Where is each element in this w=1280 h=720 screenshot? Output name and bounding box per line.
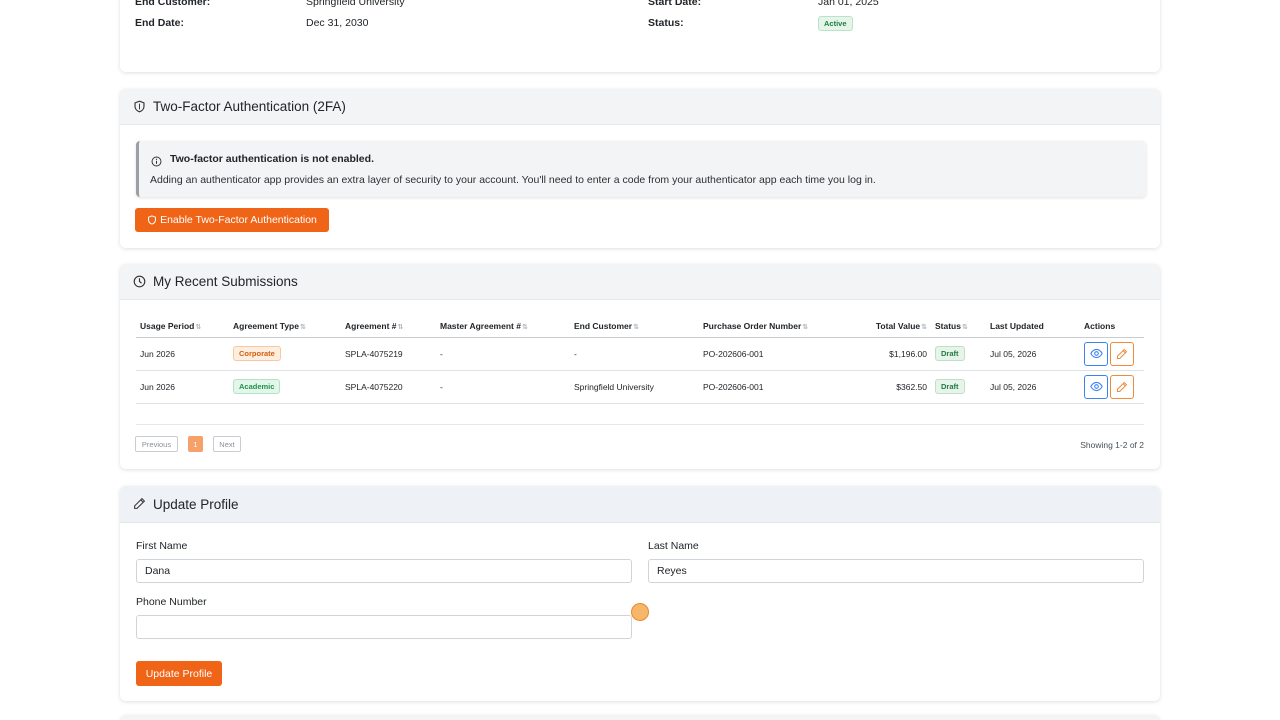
col-total-value[interactable]: Total Value⇅	[829, 316, 931, 338]
two-factor-title: Two-Factor Authentication (2FA)	[153, 99, 346, 114]
status-badge: Draft	[935, 379, 965, 394]
submissions-header: My Recent Submissions	[120, 264, 1160, 300]
cell-usage-period: Jun 2026	[136, 370, 229, 404]
two-factor-card: Two-Factor Authentication (2FA) Two-fact…	[120, 89, 1160, 248]
pencil-icon	[133, 497, 147, 511]
sort-icon: ⇅	[961, 324, 968, 332]
cell-total-value: $362.50	[829, 370, 931, 404]
cell-agreement-type: Academic	[229, 370, 341, 404]
cell-last-updated: Jul 05, 2026	[986, 337, 1080, 371]
start-date-value: Jan 01, 2025	[818, 0, 879, 8]
view-button[interactable]	[1084, 374, 1108, 399]
cursor-indicator	[631, 603, 649, 621]
cell-master-agreement: -	[436, 370, 570, 404]
showing-count: Showing 1-2 of 2	[1080, 440, 1144, 450]
end-date-label: End Date:	[135, 17, 185, 29]
status-badge: Active	[818, 16, 853, 31]
clock-icon	[133, 275, 147, 289]
cell-last-updated: Jul 05, 2026	[986, 370, 1080, 404]
contract-details-card: End Customer: Springfield University Sta…	[120, 0, 1160, 72]
sort-icon: ⇅	[397, 324, 404, 332]
sort-icon: ⇅	[521, 324, 528, 332]
col-actions: Actions	[1080, 316, 1144, 338]
table-header-row: Usage Period⇅ Agreement Type⇅ Agreement …	[136, 316, 1144, 338]
sort-icon: ⇅	[921, 324, 927, 332]
alert-text: Adding an authenticator app provides an …	[150, 174, 876, 186]
next-card-edge	[120, 716, 1160, 720]
agreement-type-badge: Academic	[233, 379, 281, 394]
cell-status: Draft	[931, 337, 986, 371]
cell-status: Draft	[931, 370, 986, 404]
cell-agreement-no: SPLA-4075220	[341, 370, 436, 404]
end-date-value: Dec 31, 2030	[306, 17, 369, 29]
col-usage-period[interactable]: Usage Period⇅	[136, 316, 229, 338]
cell-end-customer: Springfield University	[570, 370, 699, 404]
pencil-icon	[1117, 381, 1128, 392]
pencil-icon	[1117, 348, 1128, 359]
cell-end-customer: -	[570, 337, 699, 371]
first-name-input[interactable]	[136, 559, 632, 583]
first-name-label: First Name	[136, 540, 188, 552]
profile-header: Update Profile	[120, 486, 1160, 523]
alert-title: Two-factor authentication is not enabled…	[170, 153, 374, 165]
col-agreement-no[interactable]: Agreement #⇅	[341, 316, 436, 338]
last-name-input[interactable]	[648, 559, 1144, 583]
enable-2fa-label: Enable Two-Factor Authentication	[160, 214, 317, 226]
cell-agreement-type: Corporate	[229, 337, 341, 371]
cell-total-value: $1,196.00	[829, 337, 931, 371]
end-customer-label: End Customer:	[135, 0, 211, 8]
col-agreement-type[interactable]: Agreement Type⇅	[229, 316, 341, 338]
shield-icon	[147, 215, 157, 225]
cell-agreement-no: SPLA-4075219	[341, 337, 436, 371]
status-label: Status:	[648, 17, 684, 29]
status-badge-wrap: Active	[818, 16, 853, 31]
eye-icon	[1089, 381, 1103, 392]
start-date-label: Start Date:	[648, 0, 702, 8]
col-end-customer[interactable]: End Customer⇅	[570, 316, 699, 338]
col-po-number[interactable]: Purchase Order Number⇅	[699, 316, 829, 338]
profile-title: Update Profile	[153, 496, 239, 512]
sort-icon: ⇅	[299, 324, 306, 332]
sort-icon: ⇅	[195, 324, 202, 332]
cell-po-number: PO-202606-001	[699, 337, 829, 371]
next-page-button[interactable]: Next	[213, 436, 241, 452]
cell-usage-period: Jun 2026	[136, 337, 229, 371]
phone-input[interactable]	[136, 615, 632, 639]
col-master-agreement[interactable]: Master Agreement #⇅	[436, 316, 570, 338]
table-row: Jun 2026 Corporate SPLA-4075219 - - PO-2…	[136, 337, 1144, 371]
sort-icon: ⇅	[633, 324, 639, 332]
info-icon	[151, 154, 162, 167]
update-profile-button[interactable]: Update Profile	[136, 661, 222, 686]
two-factor-alert: Two-factor authentication is not enabled…	[136, 141, 1146, 197]
previous-page-button[interactable]: Previous	[135, 436, 178, 452]
table-row: Jun 2026 Academic SPLA-4075220 - Springf…	[136, 370, 1144, 404]
edit-button[interactable]	[1110, 374, 1134, 399]
two-factor-header: Two-Factor Authentication (2FA)	[120, 89, 1160, 125]
enable-2fa-button[interactable]: Enable Two-Factor Authentication	[135, 208, 329, 232]
last-name-label: Last Name	[648, 540, 699, 552]
phone-label: Phone Number	[136, 596, 207, 608]
agreement-type-badge: Corporate	[233, 346, 281, 361]
recent-submissions-card: My Recent Submissions Usage Period⇅ Agre…	[120, 264, 1160, 469]
sort-icon: ⇅	[802, 324, 809, 332]
update-profile-card: Update Profile First Name Last Name Phon…	[120, 486, 1160, 701]
edit-button[interactable]	[1110, 341, 1134, 366]
shield-icon	[133, 100, 147, 114]
cell-actions	[1080, 337, 1144, 371]
cell-master-agreement: -	[436, 337, 570, 371]
status-badge: Draft	[935, 346, 965, 361]
submissions-table: Usage Period⇅ Agreement Type⇅ Agreement …	[136, 316, 1144, 404]
pagination-divider	[136, 424, 1144, 425]
col-status[interactable]: Status⇅	[931, 316, 986, 338]
eye-icon	[1089, 348, 1103, 359]
cell-actions	[1080, 370, 1144, 404]
cell-po-number: PO-202606-001	[699, 370, 829, 404]
end-customer-value: Springfield University	[306, 0, 405, 8]
view-button[interactable]	[1084, 341, 1108, 366]
col-last-updated[interactable]: Last Updated	[986, 316, 1080, 338]
submissions-title: My Recent Submissions	[153, 274, 298, 289]
page-1-button[interactable]: 1	[188, 436, 203, 452]
